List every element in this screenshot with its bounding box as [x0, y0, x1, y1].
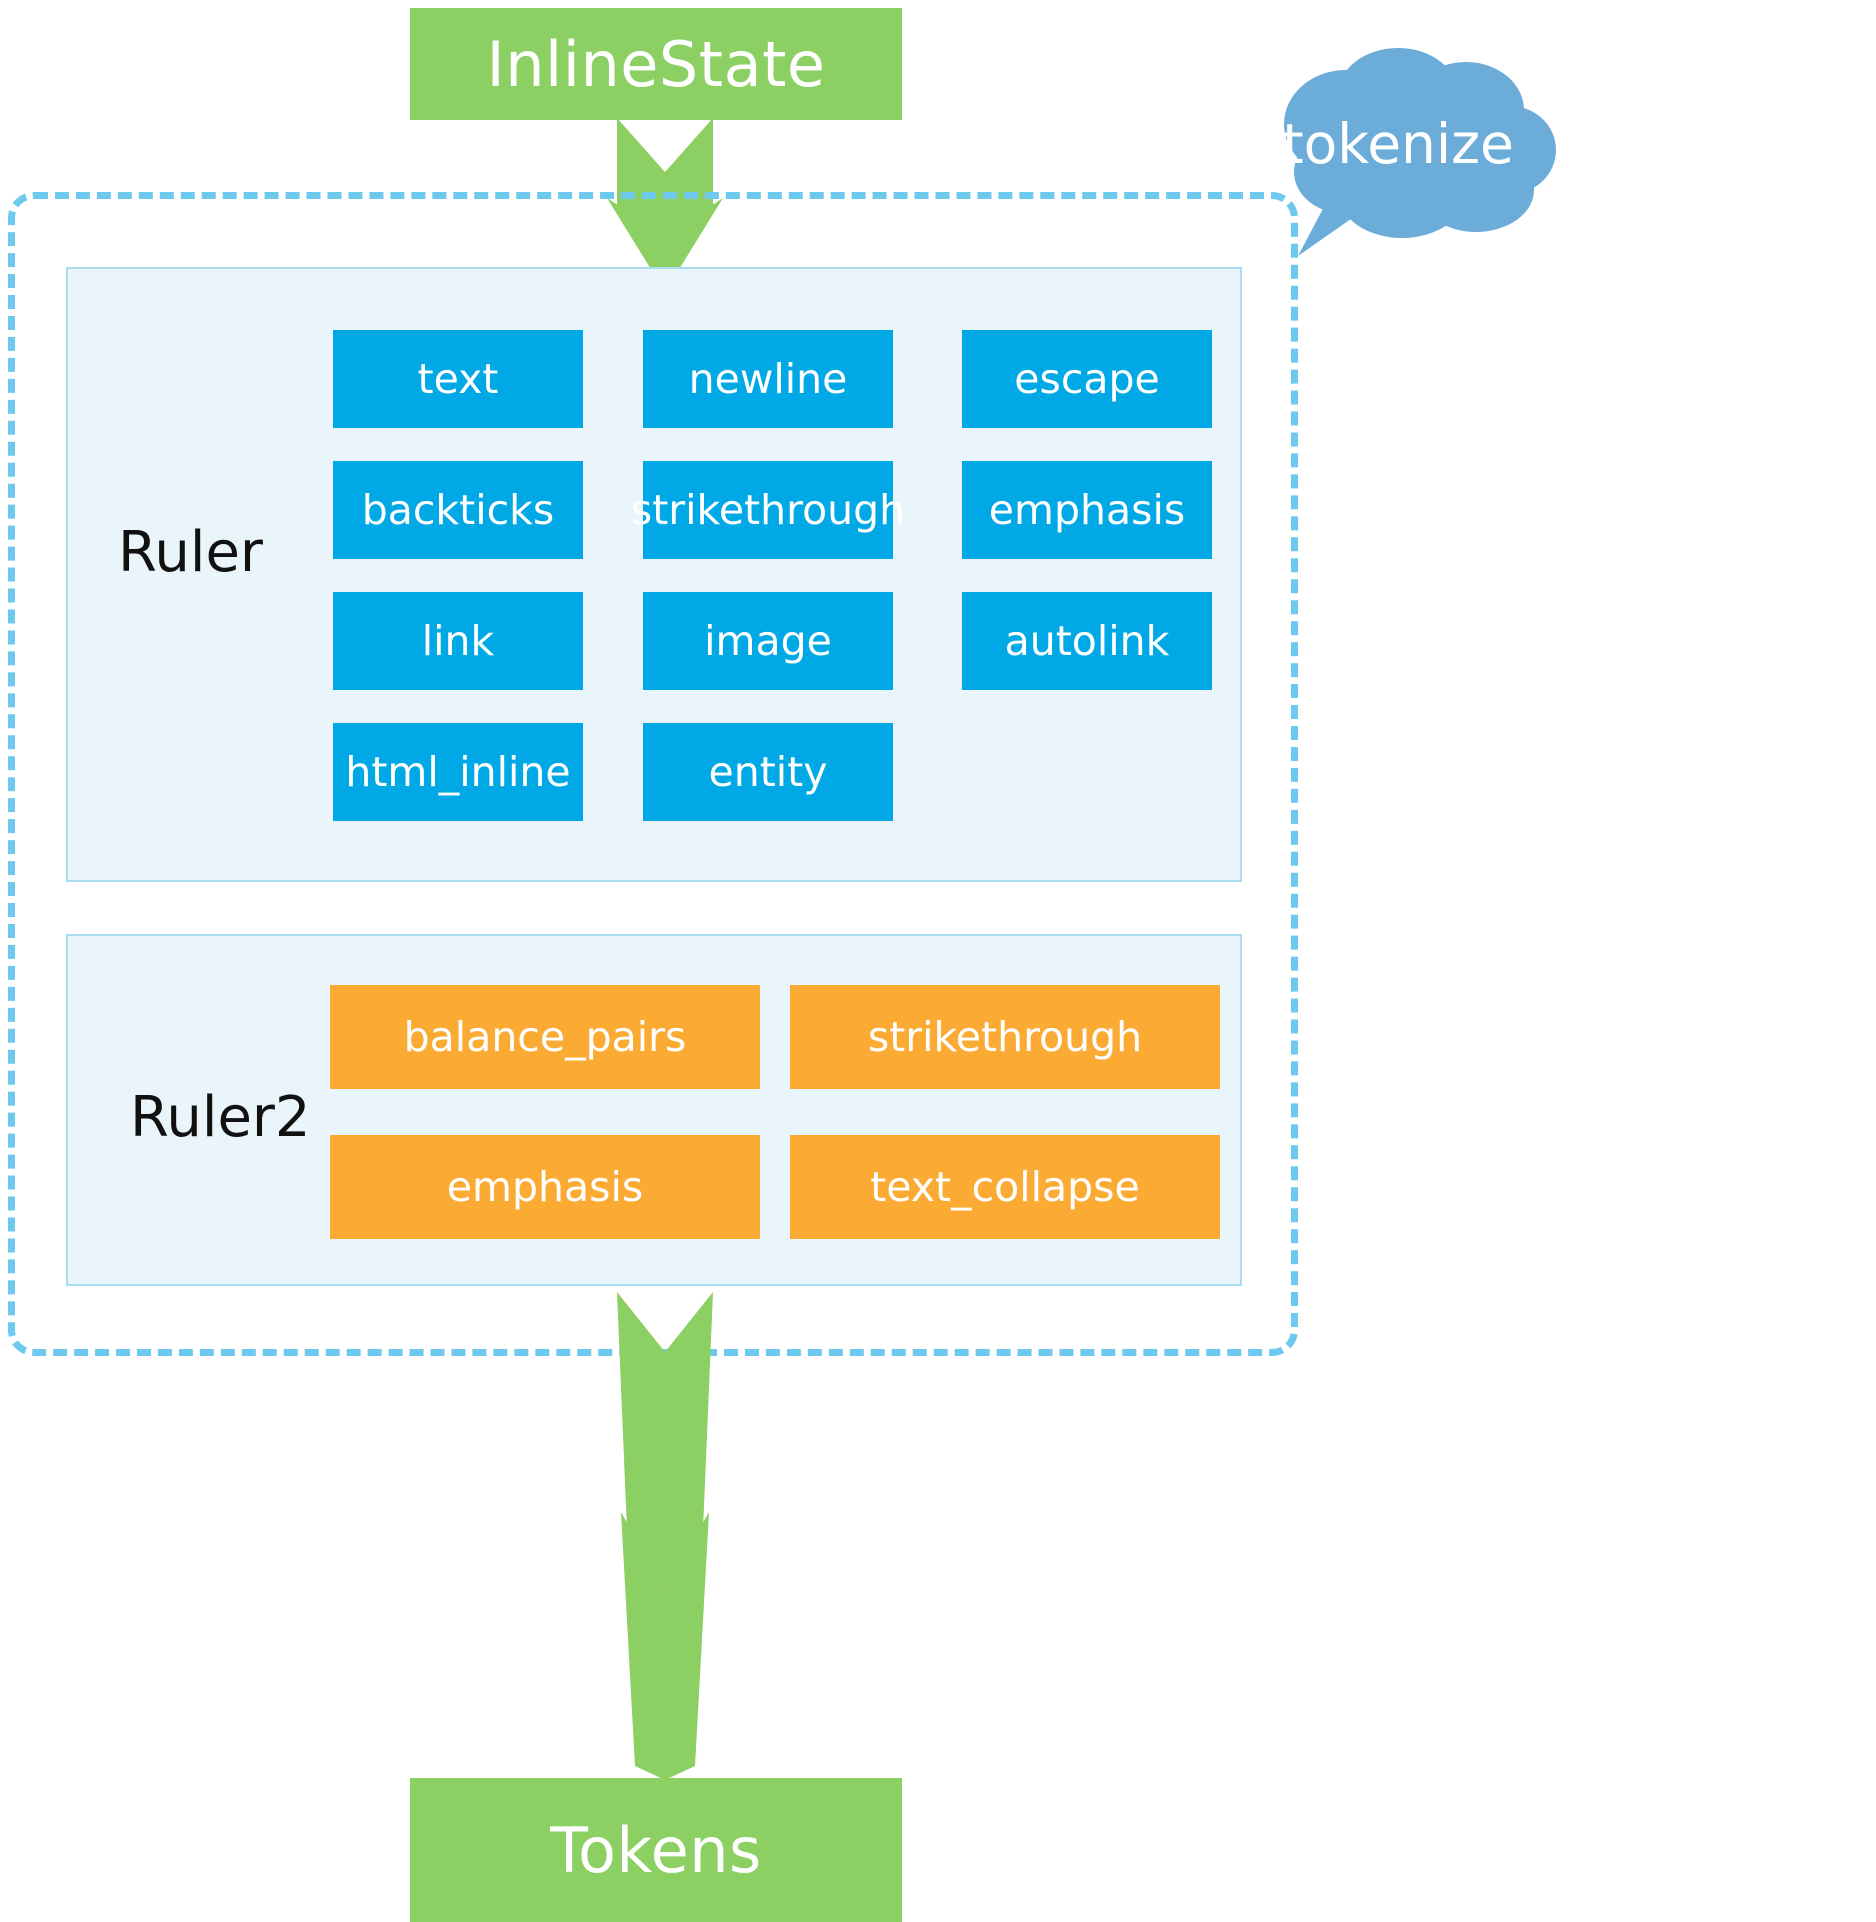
rule2-chip-emphasis[interactable]: emphasis: [330, 1135, 760, 1239]
diagram-canvas: InlineState tokenize Ruler text newline …: [0, 0, 1876, 1922]
rule-chip-backticks[interactable]: backticks: [333, 461, 583, 559]
ruler2-label: Ruler2: [130, 1085, 311, 1150]
rule-chip-image[interactable]: image: [643, 592, 893, 690]
inlinestate-label: InlineState: [486, 27, 826, 101]
rule-chip-link[interactable]: link: [333, 592, 583, 690]
speech-cloud-icon: [1284, 48, 1556, 256]
rule-chip-entity[interactable]: entity: [643, 723, 893, 821]
rule-chip-text[interactable]: text: [333, 330, 583, 428]
rule-chip-html-inline[interactable]: html_inline: [333, 723, 583, 821]
rule-chip-emphasis[interactable]: emphasis: [962, 461, 1212, 559]
tokens-label: Tokens: [550, 1813, 762, 1887]
tokens-node: Tokens: [410, 1778, 902, 1922]
rule-chip-newline[interactable]: newline: [643, 330, 893, 428]
rule-chip-autolink[interactable]: autolink: [962, 592, 1212, 690]
rule2-chip-text-collapse[interactable]: text_collapse: [790, 1135, 1220, 1239]
inlinestate-node: InlineState: [410, 8, 902, 120]
rule2-chip-strikethrough[interactable]: strikethrough: [790, 985, 1220, 1089]
rule-chip-strikethrough[interactable]: strikethrough: [631, 461, 905, 559]
arrow-down-icon-bottom: [617, 1292, 713, 1780]
ruler-label: Ruler: [118, 520, 263, 585]
rule2-chip-balance-pairs[interactable]: balance_pairs: [330, 985, 760, 1089]
rule-chip-escape[interactable]: escape: [962, 330, 1212, 428]
